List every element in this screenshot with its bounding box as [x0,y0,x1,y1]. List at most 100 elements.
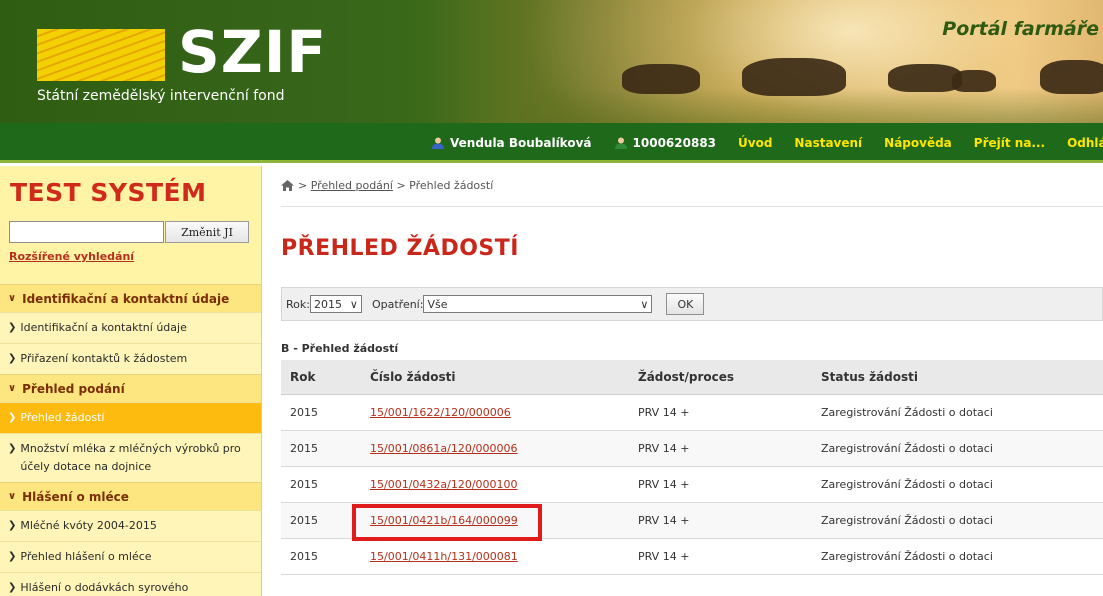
year-select-value: 2015 [313,297,342,311]
menu-item-requests-overview[interactable]: ❯ Přehled žádostí [0,402,261,433]
table-row: 2015 15/001/0421b/164/000099 PRV 14 + Za… [281,502,1103,539]
cell-status: Zaregistrování Žádosti o dotaci [811,538,1103,575]
nav-client-id[interactable]: 1000620883 [614,136,716,150]
menu-item-milk-quantity[interactable]: ❯ Množství mléka z mléčných výrobků pro … [0,433,261,482]
nav-user[interactable]: Vendula Boubalíková [431,136,592,150]
chevron-down-icon: ∨ [8,383,17,394]
ji-search-input[interactable] [9,221,164,243]
section-label: B - Přehled žádostí [281,342,399,355]
change-ji-button[interactable]: Změnit JI [165,221,249,243]
menu-section-label: Identifikační a kontaktní údaje [22,291,230,306]
measure-label: Opatření: [371,297,424,311]
menu-section-milk-reports[interactable]: ∨ Hlášení o mléce [0,482,261,510]
logo-area[interactable]: SZIF Státní zemědělský intervenční fond [0,0,480,123]
chevron-down-icon: ∨ [8,491,17,502]
breadcrumb-current: Přehled žádostí [409,179,494,192]
sidebar-menu: ∨ Identifikační a kontaktní údaje ❯ Iden… [0,284,261,596]
menu-item-label: Identifikační a kontaktní údaje [20,321,187,334]
user-icon [432,137,444,149]
breadcrumb-divider [281,206,1103,207]
cell-process: PRV 14 + [628,538,811,575]
cow-silhouette [952,70,996,92]
cell-year: 2015 [281,502,360,539]
breadcrumb-separator: > [298,179,308,192]
year-select[interactable]: 2015 ∨ [309,295,362,313]
menu-item-identification[interactable]: ❯ Identifikační a kontaktní údaje [0,312,261,343]
cell-request-number: 15/001/1622/120/000006 [360,394,628,431]
chevron-right-icon: ❯ [8,443,17,454]
table-row: 2015 15/001/0861a/120/000006 PRV 14 + Za… [281,430,1103,467]
nav-link-go-to[interactable]: Přejít na... [974,136,1045,150]
column-header-year[interactable]: Rok [281,360,360,395]
client-icon [614,137,627,149]
cow-silhouette [622,64,700,94]
filter-bar: Rok: 2015 ∨ Opatření: Vše ∨ OK [281,287,1103,321]
cell-status: Zaregistrování Žádosti o dotaci [811,502,1103,539]
chevron-down-icon: ∨ [349,297,358,311]
table-row: 2015 15/001/0432a/120/000100 PRV 14 + Za… [281,466,1103,503]
environment-title: TEST SYSTÉM [10,178,207,207]
table-row: 2015 15/001/1622/120/000006 PRV 14 + Zar… [281,394,1103,431]
chevron-down-icon: ∨ [8,293,17,304]
cell-year: 2015 [281,394,360,431]
cell-request-number: 15/001/0411h/131/000081 [360,538,628,575]
cow-silhouette [742,58,846,96]
column-header-process[interactable]: Žádost/proces [628,360,811,395]
chevron-down-icon: ∨ [640,297,649,311]
menu-item-label: Mléčné kvóty 2004-2015 [20,519,157,532]
cell-process: PRV 14 + [628,394,811,431]
menu-section-submissions[interactable]: ∨ Přehled podání [0,374,261,402]
advanced-search-link[interactable]: Rozšířené vyhledání [9,250,134,263]
cell-status: Zaregistrování Žádosti o dotaci [811,466,1103,503]
request-link[interactable]: 15/001/0432a/120/000100 [370,478,518,491]
home-icon[interactable] [281,180,294,191]
menu-item-label: Přiřazení kontaktů k žádostem [20,352,188,365]
nav-link-logout[interactable]: Odhlásit [1067,136,1103,150]
chevron-right-icon: ❯ [8,322,17,333]
cell-process: PRV 14 + [628,430,811,467]
cow-silhouette [1040,60,1103,94]
column-header-status[interactable]: Status žádosti [811,360,1103,395]
cell-status: Zaregistrování Žádosti o dotaci [811,430,1103,467]
menu-section-label: Přehled podání [22,381,125,396]
menu-item-raw-milk-deliveries[interactable]: ❯ Hlášení o dodávkách syrového [0,572,261,596]
ok-button[interactable]: OK [666,293,705,315]
table-header-row: Rok Číslo žádosti Žádost/proces Status ž… [281,360,1103,395]
nav-link-help[interactable]: Nápověda [884,136,952,150]
request-link[interactable]: 15/001/1622/120/000006 [370,406,511,419]
request-link[interactable]: 15/001/0861a/120/000006 [370,442,518,455]
sidebar: TEST SYSTÉM Změnit JI Rozšířené vyhledán… [0,166,262,596]
measure-select[interactable]: Vše ∨ [423,295,653,313]
breadcrumb-link-submissions[interactable]: Přehled podání [311,179,393,192]
portal-title: Portál farmáře [942,18,1099,40]
menu-item-milk-report-overview[interactable]: ❯ Přehled hlášení o mléce [0,541,261,572]
column-header-request-number[interactable]: Číslo žádosti [360,360,628,395]
chevron-right-icon: ❯ [8,520,17,531]
cell-process: PRV 14 + [628,502,811,539]
menu-item-contact-assignment[interactable]: ❯ Přiřazení kontaktů k žádostem [0,343,261,374]
requests-table: Rok Číslo žádosti Žádost/proces Status ž… [281,360,1103,575]
cell-request-number: 15/001/0421b/164/000099 [360,502,628,539]
chevron-right-icon: ❯ [8,353,17,364]
chevron-right-icon: ❯ [8,582,17,593]
logo-subtitle: Státní zemědělský intervenční fond [37,88,285,104]
cell-year: 2015 [281,538,360,575]
cell-request-number: 15/001/0432a/120/000100 [360,466,628,503]
menu-item-label: Přehled hlášení o mléce [20,550,152,563]
cell-status: Zaregistrování Žádosti o dotaci [811,394,1103,431]
site-header: SZIF Státní zemědělský intervenční fond … [0,0,1103,123]
measure-select-value: Vše [427,297,448,311]
menu-section-label: Hlášení o mléce [22,489,129,504]
menu-item-label: Množství mléka z mléčných výrobků pro úč… [20,442,241,473]
nav-items: Vendula Boubalíková 1000620883 Úvod Nast… [431,123,1103,163]
logo-text: SZIF [178,18,328,86]
nav-link-settings[interactable]: Nastavení [794,136,862,150]
menu-section-identification[interactable]: ∨ Identifikační a kontaktní údaje [0,284,261,312]
breadcrumb: > Přehled podání > Přehled žádostí [281,179,493,192]
menu-item-milk-quotas[interactable]: ❯ Mléčné kvóty 2004-2015 [0,510,261,541]
menu-item-label: Hlášení o dodávkách syrového [20,581,189,594]
cell-year: 2015 [281,466,360,503]
nav-link-home[interactable]: Úvod [738,136,772,150]
request-link[interactable]: 15/001/0411h/131/000081 [370,550,518,563]
request-link[interactable]: 15/001/0421b/164/000099 [370,514,518,527]
